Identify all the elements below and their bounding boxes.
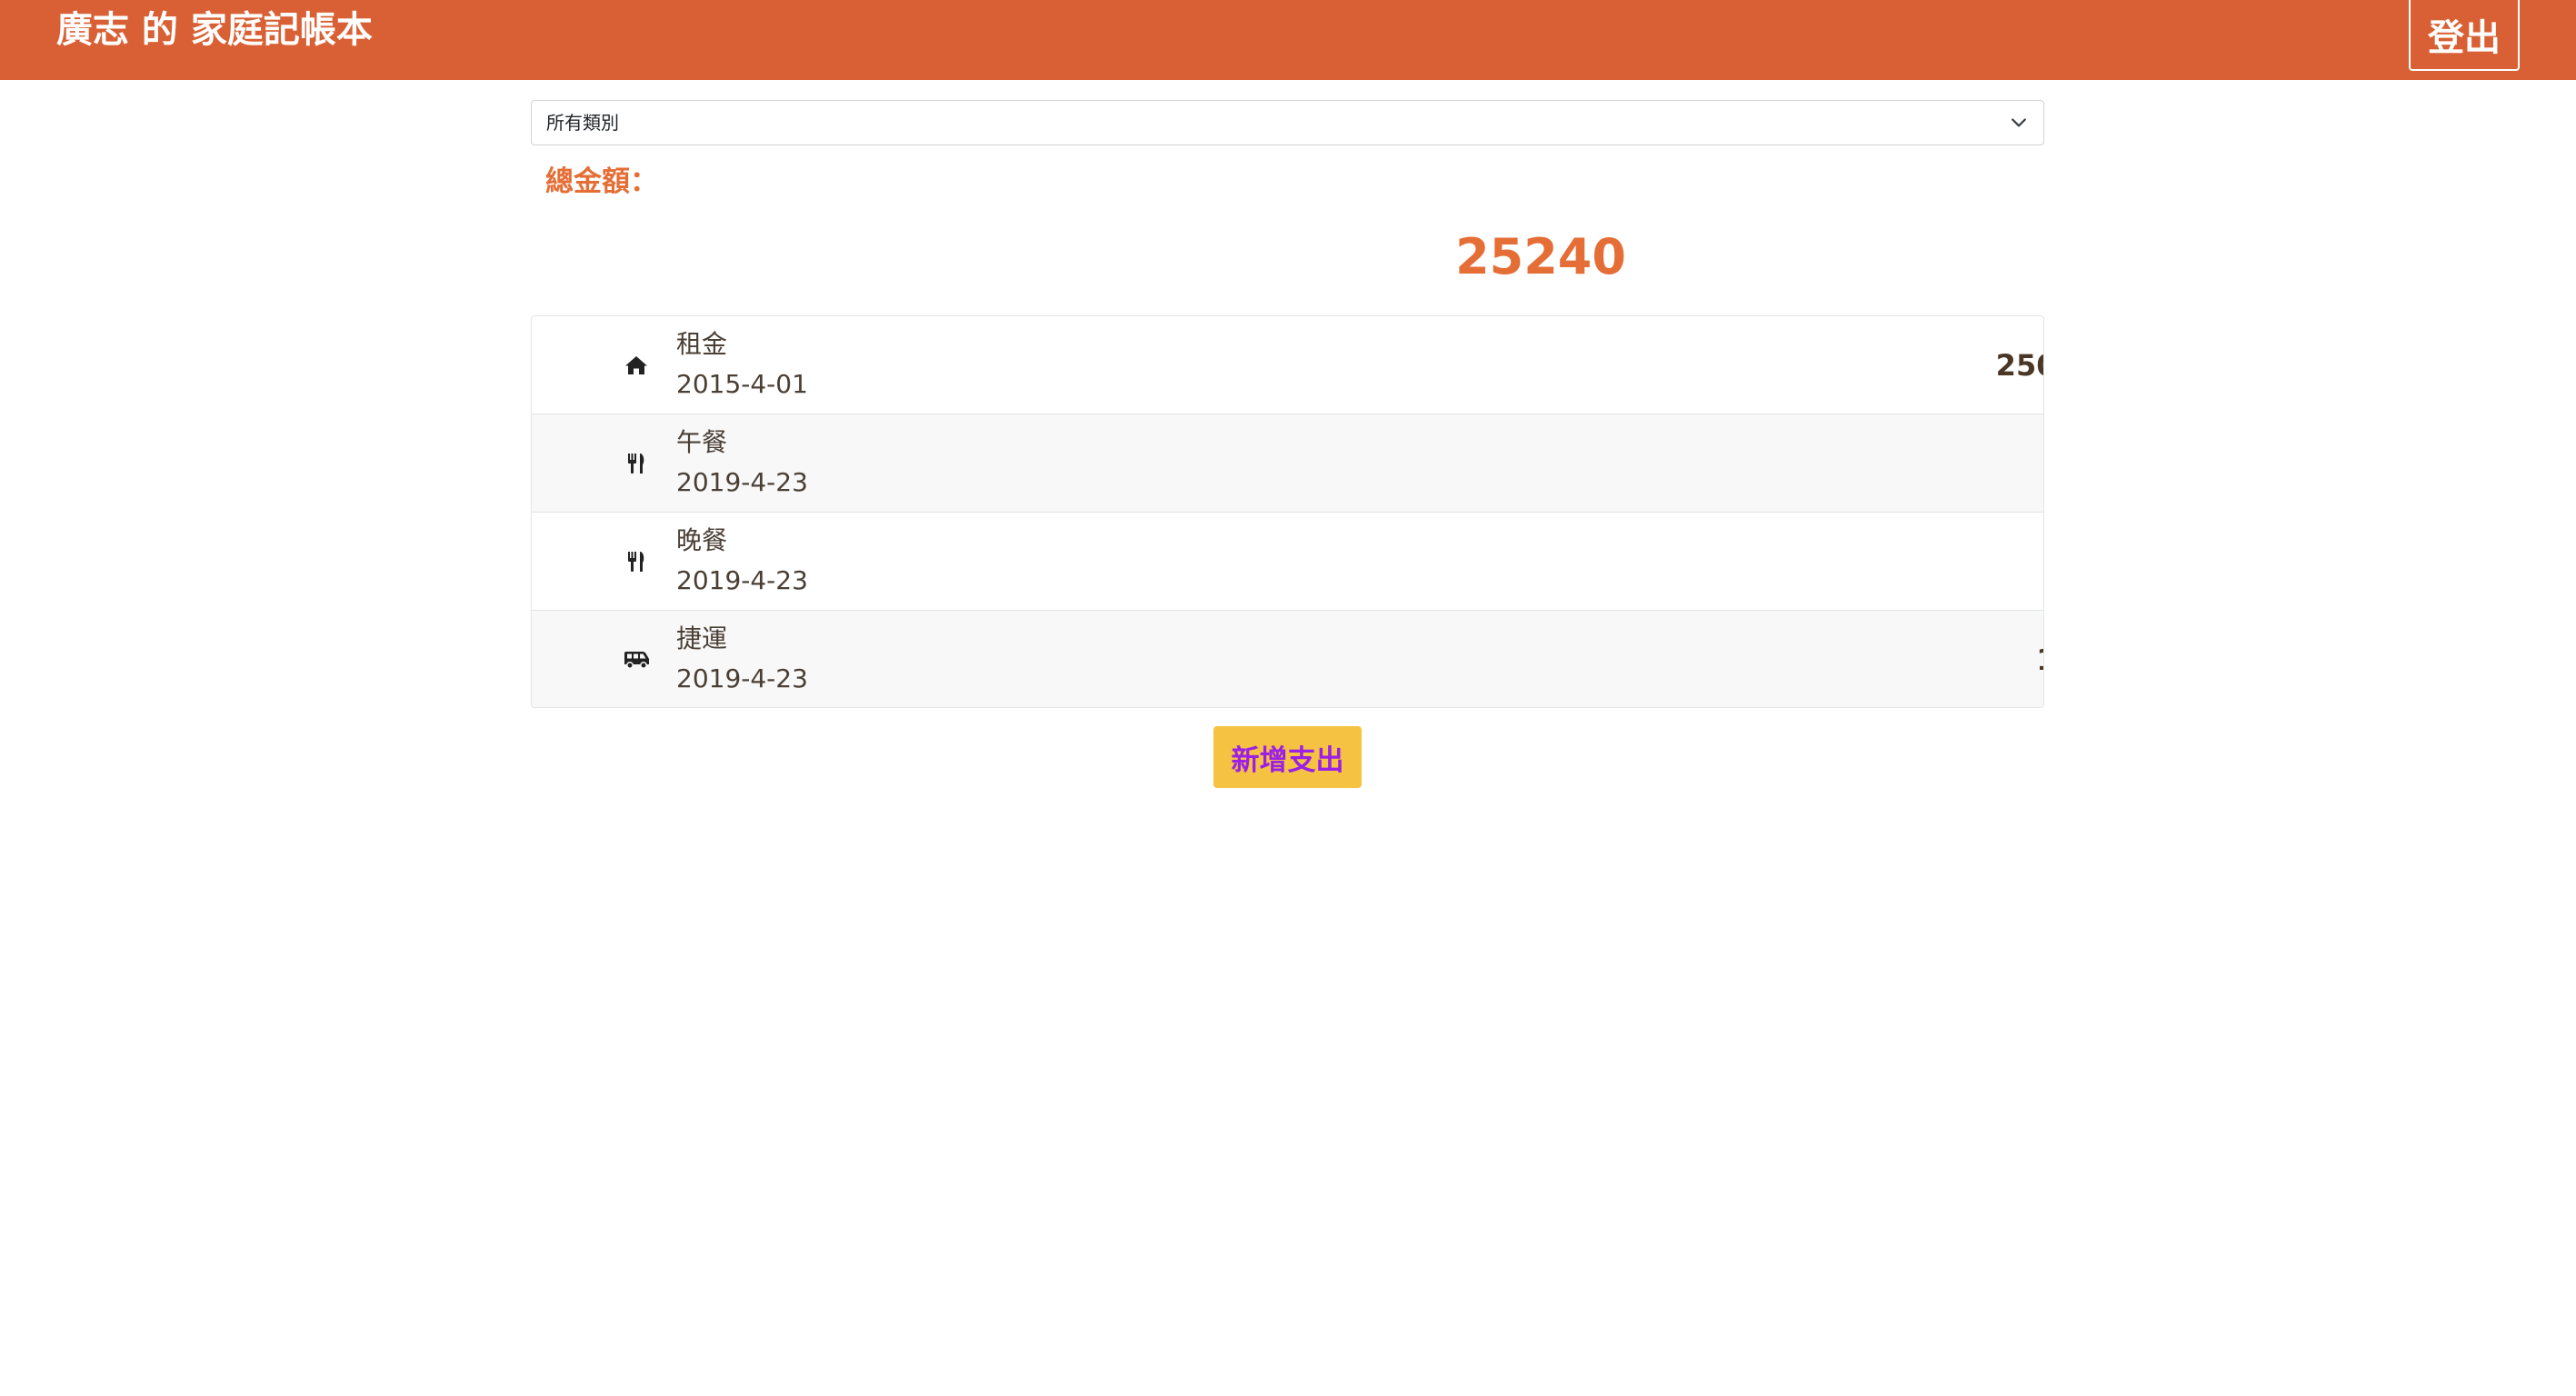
expense-name: 捷運	[676, 623, 728, 653]
expense-date: 2019-4-23	[676, 565, 808, 595]
chevron-down-icon	[2012, 118, 2026, 127]
list-item: 租金 2015-4-01 25000 修改 刪除	[532, 316, 2043, 414]
list-item: 午餐 2019-4-23 60 修改 刪除	[532, 414, 2043, 513]
utensils-icon	[622, 451, 651, 476]
utensils-icon	[622, 549, 651, 574]
expense-amount: 120	[1713, 640, 2043, 680]
expense-name: 租金	[676, 329, 728, 359]
shuttle-van-icon	[622, 647, 651, 673]
category-select-value: 所有類別	[546, 112, 619, 134]
expense-amount: 60	[1713, 542, 2043, 582]
app-title: 廣志 的 家庭記帳本	[56, 9, 373, 51]
expense-list: 租金 2015-4-01 25000 修改 刪除 午餐 2019-4-23 60…	[531, 315, 2044, 708]
expense-date: 2015-4-01	[676, 369, 808, 399]
expense-name: 午餐	[676, 427, 728, 457]
add-expense-button[interactable]: 新增支出	[1213, 726, 1362, 788]
expense-name: 晚餐	[676, 525, 728, 555]
expense-amount: 60	[1713, 444, 2043, 484]
expense-amount: 25000	[1995, 348, 2043, 383]
logout-button[interactable]: 登出	[2409, 0, 2520, 71]
category-select[interactable]: 所有類別	[531, 100, 2044, 145]
list-item: 捷運 2019-4-23 120 修改 刪除	[532, 611, 2043, 707]
navbar: 廣志 的 家庭記帳本 登出	[0, 0, 2576, 80]
expense-date: 2019-4-23	[676, 663, 808, 693]
list-item: 晚餐 2019-4-23 60 修改 刪除	[532, 513, 2043, 611]
total-amount: 25240	[1455, 228, 1626, 285]
home-icon	[622, 353, 651, 378]
expense-date: 2019-4-23	[676, 467, 808, 497]
total-label: 總金額：	[545, 165, 658, 198]
